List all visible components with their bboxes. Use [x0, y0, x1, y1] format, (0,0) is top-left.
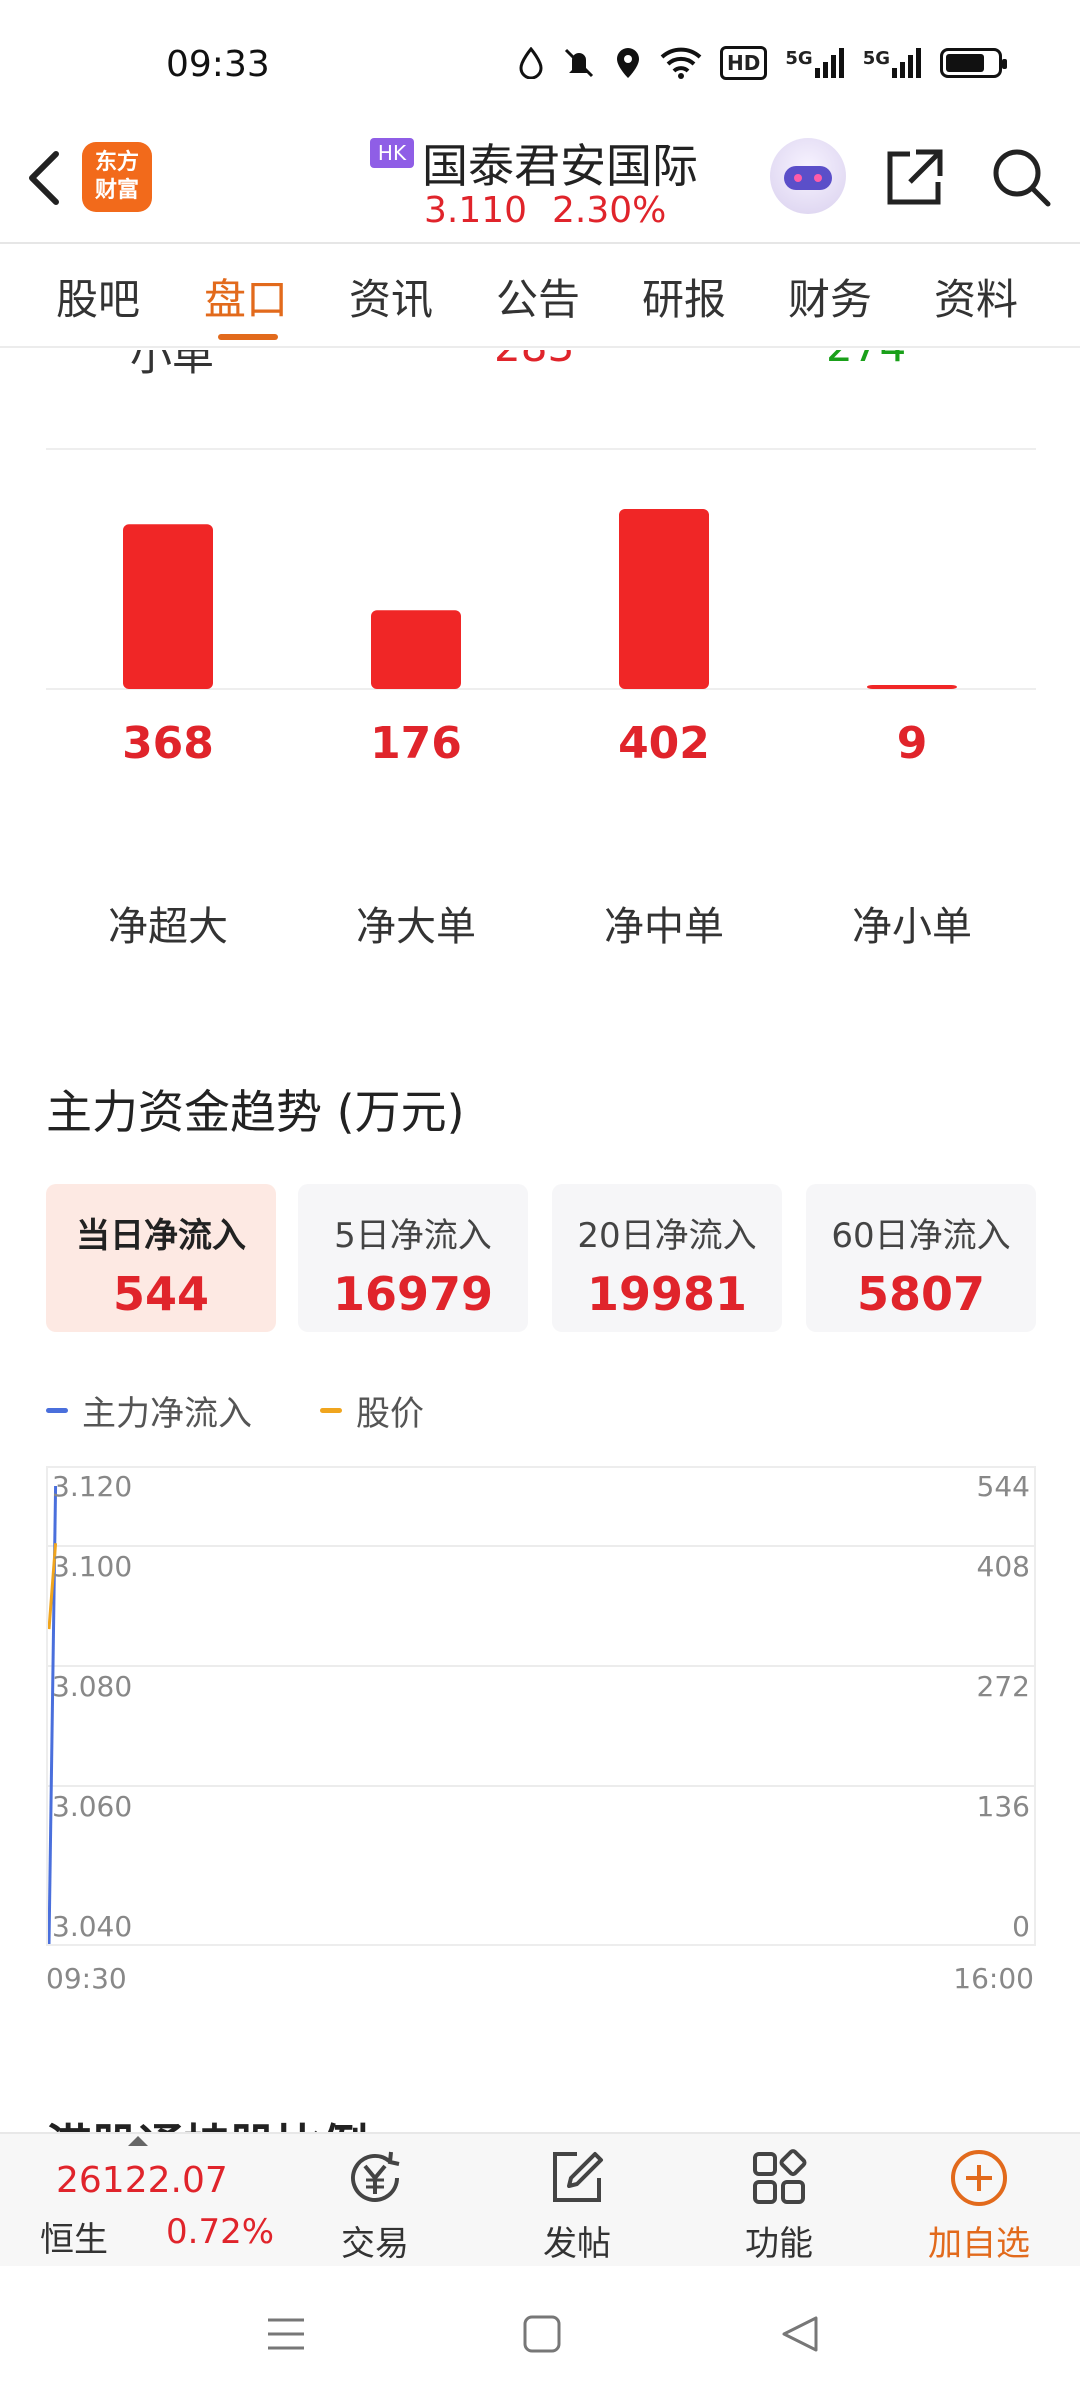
back-button[interactable]: [22, 148, 66, 208]
flow-bar: [867, 684, 957, 689]
right-tick-label: 0: [1012, 1910, 1030, 1943]
flow-bar: [619, 509, 709, 689]
tab-finance[interactable]: 财务: [788, 266, 872, 327]
left-tick-label: 3.040: [52, 1910, 133, 1943]
tab-guba[interactable]: 股吧: [56, 266, 140, 327]
bar-value-label: 176: [370, 718, 462, 769]
menu-icon[interactable]: [264, 2314, 308, 2354]
left-tick-label: 3.080: [52, 1670, 133, 1703]
legend-main-inflow: 主力净流入: [46, 1386, 252, 1435]
system-nav-bar: [0, 2266, 1080, 2400]
battery-icon: [940, 48, 1007, 78]
water-drop-icon: [519, 47, 543, 79]
ai-assistant-button[interactable]: [770, 138, 846, 214]
share-icon: [887, 149, 943, 205]
divider: [46, 448, 1036, 450]
section-title: 主力资金趋势 (万元): [46, 1085, 465, 1139]
add-watchlist-button[interactable]: 加自选: [914, 2144, 1044, 2265]
legend-swatch: [46, 1408, 68, 1413]
card-today-net-inflow[interactable]: 当日净流入 544: [46, 1184, 276, 1332]
robot-icon: [784, 166, 832, 190]
bar-category-label: 净中单: [604, 904, 724, 950]
trade-button[interactable]: 交易: [310, 2144, 440, 2265]
share-button[interactable]: [884, 146, 946, 208]
active-tab-indicator: [218, 334, 278, 340]
x-axis-start-time: 09:30: [46, 1962, 127, 1995]
post-button[interactable]: 发帖: [512, 2144, 642, 2265]
partial-row-clip: 小单 283 274: [0, 350, 1080, 380]
partial-row-label: 小单: [130, 350, 215, 380]
x-axis-end-time: 16:00: [953, 1962, 1034, 1995]
bar-value-label: 368: [122, 718, 214, 769]
tab-announcements[interactable]: 公告: [496, 266, 580, 327]
left-tick-label: 3.120: [52, 1470, 133, 1503]
status-icons: HD 5G 5G: [518, 46, 1007, 80]
tab-news[interactable]: 资讯: [349, 266, 433, 327]
search-icon: [993, 149, 1051, 207]
bar-category-label: 净大单: [356, 904, 476, 950]
wifi-icon: [660, 47, 702, 79]
flow-bar: [123, 524, 213, 689]
index-name: 恒生: [40, 2220, 108, 2260]
tab-bar: 股吧 盘口 资讯 公告 研报 财务 资料: [0, 244, 1080, 348]
left-tick-label: 3.100: [52, 1550, 133, 1583]
bar-value-label: 9: [896, 718, 928, 769]
hd-icon: HD: [720, 46, 768, 80]
functions-button[interactable]: 功能: [714, 2144, 844, 2265]
chevron-left-icon: [29, 151, 59, 205]
stock-price: 3.110: [424, 190, 528, 231]
stock-header: 东方 财富 HK 国泰君安国际 3.110 2.30%: [0, 120, 1080, 244]
trade-yen-icon: [351, 2151, 400, 2202]
left-tick-label: 3.060: [52, 1790, 133, 1823]
stock-change-pct: 2.30%: [552, 190, 667, 231]
right-tick-label: 136: [976, 1790, 1030, 1823]
card-60day-net-inflow[interactable]: 60日净流入 5807: [806, 1184, 1036, 1332]
search-button[interactable]: [990, 146, 1052, 208]
net-flow-bar-chart: [46, 509, 1036, 690]
edit-icon: [553, 2152, 603, 2202]
mute-icon: [564, 48, 594, 78]
right-tick-label: 544: [976, 1470, 1030, 1503]
trend-chart: [46, 1466, 1036, 1946]
location-icon: [617, 48, 640, 78]
bar-category-label: 净小单: [852, 904, 972, 950]
flow-bar: [371, 610, 461, 689]
signal-5g-icon: 5G: [863, 48, 922, 78]
status-bar: 09:33 HD 5G 5G: [0, 0, 1080, 120]
tab-pankou[interactable]: 盘口: [204, 266, 288, 327]
legend-swatch: [320, 1408, 342, 1413]
bottom-toolbar: 26122.07 恒生 0.72% 交易 发帖 功能 加自选: [0, 2132, 1080, 2266]
signal-5g-icon: 5G: [785, 48, 844, 78]
status-time: 09:33: [166, 44, 270, 85]
home-icon[interactable]: [522, 2314, 562, 2354]
card-5day-net-inflow[interactable]: 5日净流入 16979: [298, 1184, 528, 1332]
back-nav-icon[interactable]: [780, 2314, 820, 2354]
market-badge: HK: [370, 138, 414, 168]
apps-icon: [753, 2149, 807, 2204]
bar-category-label: 净超大: [108, 904, 228, 950]
card-20day-net-inflow[interactable]: 20日净流入 19981: [552, 1184, 782, 1332]
index-ticker[interactable]: 26122.07 恒生 0.72%: [0, 2134, 290, 2268]
partial-row-value1: 283: [494, 350, 574, 371]
stock-name: 国泰君安国际: [422, 139, 698, 193]
bar-value-label: 402: [618, 718, 710, 769]
legend-price: 股价: [320, 1386, 424, 1435]
right-tick-label: 272: [976, 1670, 1030, 1703]
right-tick-label: 408: [976, 1550, 1030, 1583]
tab-research[interactable]: 研报: [642, 266, 726, 327]
partial-row-value2: 274: [826, 350, 906, 371]
index-value: 26122.07: [56, 2160, 228, 2201]
index-change: 0.72%: [166, 2212, 275, 2252]
app-logo[interactable]: 东方 财富: [82, 142, 152, 212]
tab-profile[interactable]: 资料: [934, 266, 1018, 327]
add-circle-icon: [951, 2150, 1007, 2206]
